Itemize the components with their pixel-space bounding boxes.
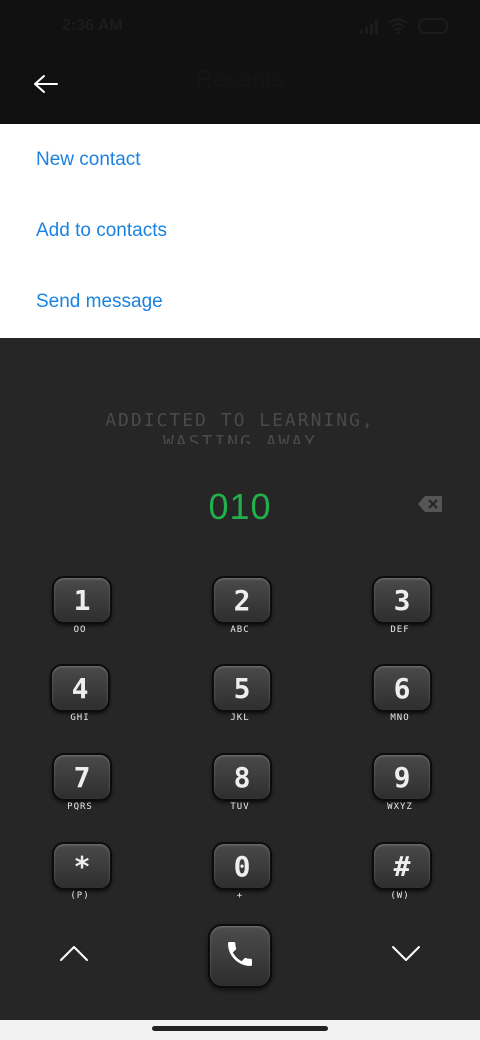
key-0[interactable]: 0 [212, 842, 272, 890]
page-title: Recents [195, 66, 285, 93]
key-4-letters: GHI [70, 713, 90, 723]
key-7-letters: PQRS [67, 802, 93, 812]
key-8-digit: 8 [233, 760, 251, 794]
key-hash[interactable]: # [372, 842, 432, 890]
status-icons [360, 18, 450, 38]
key-star-letters: (P) [70, 891, 90, 901]
key-star[interactable]: * [52, 842, 112, 890]
menu-item-new-contact[interactable]: New contact [0, 124, 480, 195]
system-nav-bar [0, 1020, 480, 1040]
key-3-letters: DEF [390, 625, 410, 635]
tagline-line-2: WASTING AWAY [162, 432, 318, 444]
key-9-digit: 9 [393, 760, 411, 794]
context-menu: New contact Add to contacts Send message [0, 124, 480, 338]
key-0-letters: + [236, 891, 244, 901]
key-2-digit: 2 [233, 583, 251, 617]
key-5[interactable]: 5 [212, 664, 272, 712]
key-9[interactable]: 9 [372, 753, 432, 801]
wifi-icon [388, 18, 408, 38]
key-8-letters: TUV [230, 802, 250, 812]
key-9-letters: WXYZ [387, 802, 413, 812]
key-7-digit: 7 [73, 760, 91, 794]
key-1[interactable]: 1 [52, 576, 112, 624]
key-2[interactable]: 2 [212, 576, 272, 624]
tagline-line-1: ADDICTED TO LEARNING, [105, 410, 375, 431]
backspace-button[interactable] [414, 494, 446, 518]
call-button[interactable] [208, 924, 272, 988]
key-1-letters: OO [73, 625, 87, 635]
key-hash-symbol: # [393, 849, 411, 883]
menu-item-send-message[interactable]: Send message [0, 266, 480, 337]
key-6-digit: 6 [393, 671, 411, 705]
key-2-letters: ABC [230, 625, 250, 635]
more-options-button[interactable] [386, 943, 426, 967]
key-1-digit: 1 [73, 583, 91, 617]
key-7[interactable]: 7 [52, 753, 112, 801]
key-6[interactable]: 6 [372, 664, 432, 712]
collapse-keypad-button[interactable] [54, 943, 94, 967]
dialed-number: 010 [208, 486, 272, 527]
phone-icon [224, 938, 256, 974]
chevron-up-icon [59, 944, 89, 966]
key-5-digit: 5 [233, 671, 251, 705]
arrow-left-icon [33, 74, 59, 98]
dialer-screen: 2:36 AM Recents New contact Add to conta… [0, 0, 480, 1040]
key-3[interactable]: 3 [372, 576, 432, 624]
signal-icon [360, 19, 378, 38]
key-star-symbol: * [73, 849, 91, 883]
key-4-digit: 4 [71, 671, 89, 705]
key-6-letters: MNO [390, 713, 410, 723]
home-indicator[interactable] [152, 1026, 328, 1031]
key-8[interactable]: 8 [212, 753, 272, 801]
key-hash-letters: (W) [390, 891, 410, 901]
key-5-letters: JKL [230, 713, 250, 723]
key-3-digit: 3 [393, 583, 411, 617]
menu-item-add-to-contacts[interactable]: Add to contacts [0, 195, 480, 266]
backspace-icon [417, 495, 443, 517]
chevron-down-icon [391, 944, 421, 966]
back-button[interactable] [24, 64, 68, 108]
status-bar: 2:36 AM [0, 0, 480, 56]
theme-tagline: ADDICTED TO LEARNING, WASTING AWAY [0, 410, 480, 444]
key-4[interactable]: 4 [50, 664, 110, 712]
key-0-digit: 0 [233, 849, 251, 883]
battery-icon [418, 18, 450, 38]
header: Recents [0, 56, 480, 124]
status-time: 2:36 AM [62, 17, 123, 34]
